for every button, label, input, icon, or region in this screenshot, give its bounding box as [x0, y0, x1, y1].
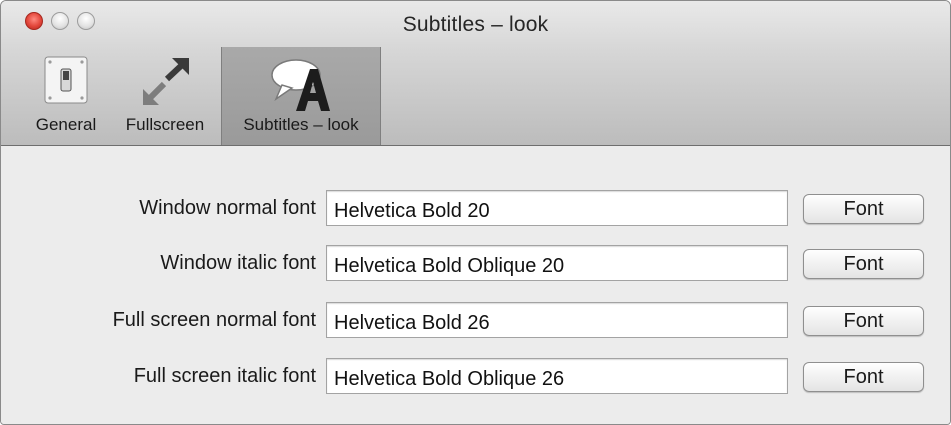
window-italic-font-label: Window italic font — [160, 252, 316, 274]
font-row-fullscreen-italic: Full screen italic font Helvetica Bold O… — [1, 357, 950, 397]
font-row-window-normal: Window normal font Helvetica Bold 20 Fon… — [1, 189, 950, 229]
window-normal-font-label: Window normal font — [139, 197, 316, 219]
speech-bubble-font-icon — [266, 55, 336, 118]
toolbar-label-subtitles-look: Subtitles – look — [243, 115, 359, 134]
expand-arrows-icon — [135, 55, 195, 114]
fullscreen-italic-font-field[interactable]: Helvetica Bold Oblique 26 — [326, 358, 788, 394]
fullscreen-normal-font-button[interactable]: Font — [803, 306, 924, 336]
fullscreen-normal-font-label: Full screen normal font — [112, 309, 316, 331]
toolbar-label-general: General — [35, 115, 97, 134]
font-settings-panel: Window normal font Helvetica Bold 20 Fon… — [1, 146, 950, 424]
toolbar-label-fullscreen: Fullscreen — [125, 115, 205, 134]
title-toolbar-area: Subtitles – look General Fullscreen Subt… — [1, 1, 950, 146]
fullscreen-italic-font-label: Full screen italic font — [133, 365, 316, 387]
window-italic-font-field[interactable]: Helvetica Bold Oblique 20 — [326, 245, 788, 281]
preferences-window: Subtitles – look General Fullscreen Subt… — [0, 0, 951, 425]
fullscreen-italic-font-button[interactable]: Font — [803, 362, 924, 392]
switch-icon — [43, 55, 89, 110]
font-row-window-italic: Window italic font Helvetica Bold Obliqu… — [1, 244, 950, 284]
window-normal-font-field[interactable]: Helvetica Bold 20 — [326, 190, 788, 226]
window-italic-font-button[interactable]: Font — [803, 249, 924, 279]
toolbar-item-fullscreen[interactable]: Fullscreen — [117, 47, 213, 145]
window-normal-font-button[interactable]: Font — [803, 194, 924, 224]
toolbar-item-general[interactable]: General — [23, 47, 109, 145]
window-title: Subtitles – look — [402, 13, 549, 36]
toolbar-item-subtitles-look[interactable]: Subtitles – look — [221, 47, 381, 145]
font-row-fullscreen-normal: Full screen normal font Helvetica Bold 2… — [1, 301, 950, 341]
fullscreen-normal-font-field[interactable]: Helvetica Bold 26 — [326, 302, 788, 338]
